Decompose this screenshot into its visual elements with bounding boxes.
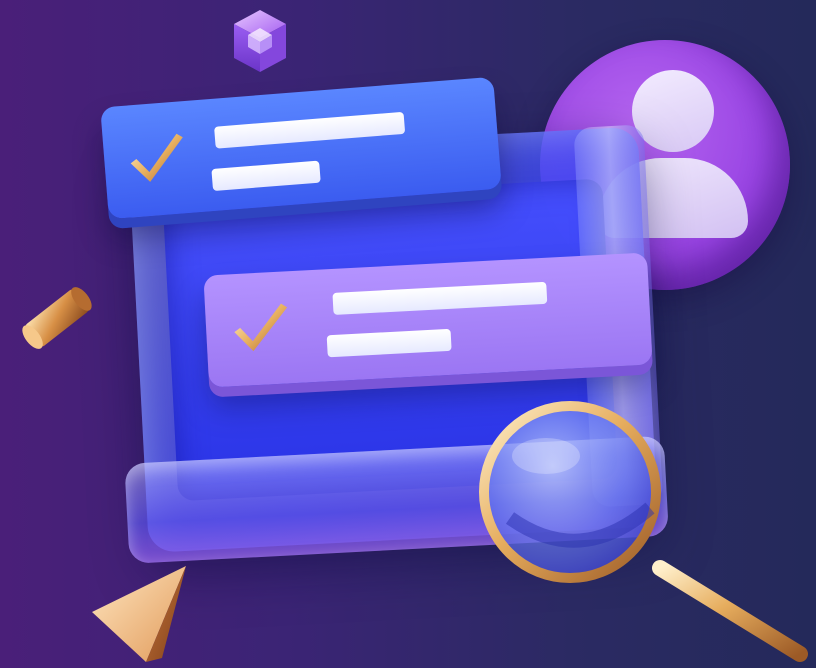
text-placeholder-line <box>332 281 548 315</box>
checkmark-icon <box>130 133 183 182</box>
cube-icon <box>234 10 286 72</box>
text-placeholder-line <box>326 328 452 358</box>
checklist-card-purple <box>203 252 653 388</box>
magnifier-icon <box>479 401 808 662</box>
cylinder-shape <box>22 287 92 349</box>
pyramid-shape <box>92 566 186 662</box>
illustration-scene <box>0 0 816 668</box>
checkmark-icon <box>234 303 288 352</box>
text-placeholder-line <box>214 111 406 149</box>
text-placeholder-line <box>211 160 321 192</box>
